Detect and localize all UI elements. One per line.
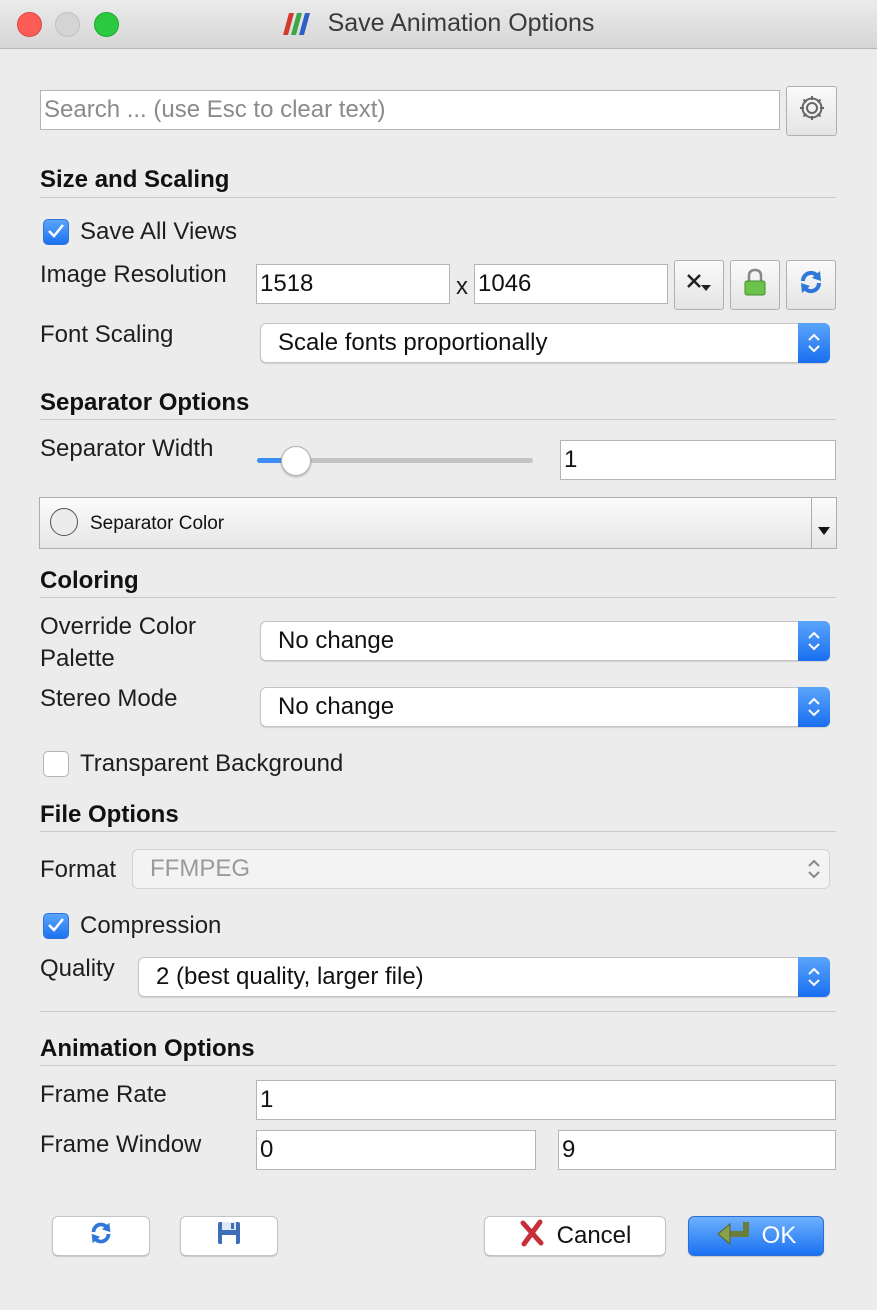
window-title: Save Animation Options [327,9,595,37]
font-scaling-select[interactable]: Scale fonts proportionally [260,323,830,363]
section-heading-separator: Separator Options [40,389,250,416]
compression-label: Compression [80,912,222,939]
advanced-settings-button[interactable] [786,86,837,136]
frame-rate-input[interactable]: 1 [256,1080,836,1120]
search-input[interactable]: Search ... (use Esc to clear text) [40,90,780,130]
gear-icon [797,93,827,130]
section-divider [40,1011,836,1012]
frame-rate-label: Frame Rate [40,1081,167,1108]
chevron-updown-icon [798,687,830,727]
enter-arrow-icon [716,1220,750,1253]
reset-resolution-button[interactable] [786,260,836,310]
format-value: FFMPEG [150,855,250,882]
red-x-icon [519,1219,545,1254]
section-divider [40,419,836,420]
font-scaling-value: Scale fonts proportionally [278,329,548,356]
transparent-background-label: Transparent Background [80,750,344,777]
refresh-icon [796,267,826,304]
color-menu-divider [811,498,812,548]
close-dropdown-icon [684,270,714,301]
refresh-icon [87,1219,115,1254]
lock-aspect-button[interactable] [730,260,780,310]
separator-width-input[interactable]: 1 [560,440,836,480]
title-bar: Save Animation Options [0,0,877,49]
font-scaling-label: Font Scaling [40,321,174,348]
cancel-button[interactable]: Cancel [484,1216,666,1256]
stereo-mode-select[interactable]: No change [260,687,830,727]
section-divider [40,597,836,598]
format-label: Format [40,856,117,883]
quality-label: Quality [40,955,115,982]
save-defaults-button[interactable] [180,1216,278,1256]
color-swatch [50,508,78,536]
section-divider [40,1065,836,1066]
chevron-updown-icon [798,323,830,363]
ok-button[interactable]: OK [688,1216,824,1256]
save-all-views-label: Save All Views [80,218,237,245]
transparent-background-checkbox[interactable] [43,751,69,777]
separator-width-slider-handle[interactable] [281,446,311,476]
frame-window-end-input[interactable]: 9 [558,1130,836,1170]
frame-window-start-input[interactable]: 0 [256,1130,536,1170]
dropdown-arrow-icon[interactable] [816,516,832,544]
quality-select[interactable]: 2 (best quality, larger file) [138,957,830,997]
section-heading-file-options: File Options [40,801,179,828]
override-palette-select[interactable]: No change [260,621,830,661]
checkmark-icon [47,912,65,940]
resolution-separator: x [456,273,468,300]
stereo-mode-value: No change [278,693,395,720]
stereo-mode-label: Stereo Mode [40,685,178,712]
quality-value: 2 (best quality, larger file) [156,963,424,990]
compression-checkbox[interactable] [43,913,69,939]
format-select[interactable]: FFMPEG [132,849,830,889]
image-height-input[interactable]: 1046 [474,264,668,304]
override-palette-label-line1: Override Color [40,613,197,640]
section-heading-size-scaling: Size and Scaling [40,166,230,193]
cancel-label: Cancel [556,1222,632,1249]
floppy-disk-icon [216,1220,242,1253]
ok-label: OK [761,1222,797,1249]
checkmark-icon [47,218,65,246]
window-title-container: Save Animation Options [0,9,877,38]
section-heading-coloring: Coloring [40,567,139,594]
chevron-updown-icon [798,957,830,997]
section-divider [40,831,836,832]
chevron-updown-icon [798,849,830,889]
separator-width-label: Separator Width [40,435,214,462]
separator-color-label: Separator Color [90,513,225,534]
chevron-updown-icon [798,621,830,661]
resolution-presets-button[interactable] [674,260,724,310]
section-heading-animation: Animation Options [40,1035,255,1062]
lock-icon [741,267,769,304]
override-palette-label-line2: Palette [40,645,115,672]
override-palette-value: No change [278,627,395,654]
frame-window-label: Frame Window [40,1131,202,1158]
image-width-input[interactable]: 1518 [256,264,450,304]
restore-defaults-button[interactable] [52,1216,150,1256]
save-all-views-checkbox[interactable] [43,219,69,245]
paraview-logo-icon [282,9,328,37]
separator-color-button[interactable]: Separator Color [39,497,837,549]
section-divider [40,197,836,198]
image-resolution-label: Image Resolution [40,261,227,288]
